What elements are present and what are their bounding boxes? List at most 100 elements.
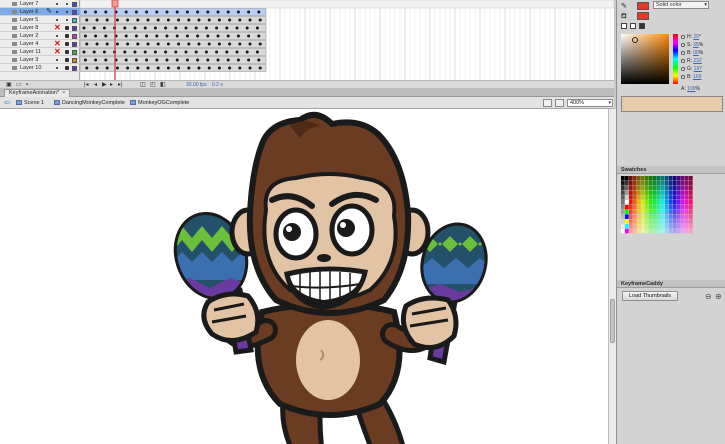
hidden-x-icon[interactable]: ✕ (54, 23, 61, 32)
swatch-cell[interactable] (653, 228, 657, 234)
breadcrumb-monkey-og[interactable]: MonkeyOGComplete (130, 99, 189, 107)
load-thumbnails-button[interactable]: Load Thumbnails (622, 291, 678, 301)
swatch-cell[interactable] (637, 185, 641, 191)
swatch-cell[interactable] (689, 228, 693, 234)
swatch-cell[interactable] (637, 214, 641, 219)
swatch-cell[interactable] (689, 219, 693, 224)
swatch-cell[interactable] (653, 195, 657, 200)
layer-outline-color[interactable] (72, 18, 77, 23)
swatch-cell[interactable] (621, 180, 625, 186)
monkey-artwork[interactable] (0, 109, 608, 444)
layer-outline-color[interactable] (72, 2, 77, 7)
swatch-cell[interactable] (641, 190, 645, 195)
swatch-cell[interactable] (689, 214, 693, 219)
swatch-cell[interactable] (673, 180, 677, 186)
swatch-cell[interactable] (685, 209, 689, 215)
swap-colors-icon[interactable] (639, 23, 645, 29)
swatch-cell[interactable] (689, 190, 693, 195)
swatch-cell[interactable] (665, 180, 669, 186)
color-value[interactable]: 232 (693, 58, 701, 64)
swatch-cell[interactable] (625, 228, 629, 234)
swatch-cell[interactable] (677, 204, 681, 210)
color-type-select[interactable]: Solid color ▾ (653, 1, 709, 9)
zoom-select[interactable]: 400% ▾ (567, 99, 613, 107)
swatch-cell[interactable] (649, 190, 653, 195)
swatch-cell[interactable] (649, 200, 653, 205)
swatch-cell[interactable] (645, 228, 649, 234)
swatch-cell[interactable] (625, 219, 629, 224)
swatch-cell[interactable] (685, 190, 689, 195)
swatch-cell[interactable] (673, 190, 677, 195)
swatch-cell[interactable] (681, 180, 685, 186)
swatch-cell[interactable] (633, 228, 637, 234)
swatch-cell[interactable] (649, 214, 653, 219)
swatch-grid[interactable] (621, 176, 693, 234)
swatch-cell[interactable] (657, 195, 661, 200)
swatch-cell[interactable] (625, 200, 629, 205)
edit-scene-icon[interactable] (543, 99, 552, 107)
swatch-cell[interactable] (645, 209, 649, 215)
swatch-cell[interactable] (669, 180, 673, 186)
swatch-cell[interactable] (649, 228, 653, 234)
swatch-cell[interactable] (677, 190, 681, 195)
layer-outline-color[interactable] (72, 26, 77, 31)
swatch-cell[interactable] (645, 204, 649, 210)
swatch-cell[interactable] (629, 185, 633, 191)
radio-icon[interactable] (681, 67, 685, 71)
lock-icon[interactable] (65, 50, 69, 54)
swatch-cell[interactable] (681, 200, 685, 205)
swatch-cell[interactable] (689, 185, 693, 191)
swatch-cell[interactable] (629, 200, 633, 205)
layer-row[interactable]: Layer 3 (0, 56, 80, 64)
eye-icon[interactable] (56, 11, 58, 13)
eye-icon[interactable] (56, 35, 58, 37)
eye-icon[interactable] (56, 3, 58, 5)
swatch-cell[interactable] (677, 176, 681, 181)
swatch-cell[interactable] (665, 214, 669, 219)
swatch-cell[interactable] (649, 219, 653, 224)
layer-name[interactable]: Layer 7 (20, 0, 38, 8)
swatch-cell[interactable] (673, 204, 677, 210)
eye-icon[interactable] (56, 67, 58, 69)
swatch-cell[interactable] (681, 214, 685, 219)
swatch-cell[interactable] (669, 185, 673, 191)
swatch-cell[interactable] (625, 195, 629, 200)
swatch-cell[interactable] (633, 185, 637, 191)
swatch-cell[interactable] (645, 224, 649, 229)
swatch-cell[interactable] (673, 214, 677, 219)
lock-icon[interactable] (66, 3, 68, 5)
swatch-cell[interactable] (665, 176, 669, 181)
swatch-cell[interactable] (629, 224, 633, 229)
swatch-cell[interactable] (633, 200, 637, 205)
swatch-cell[interactable] (641, 200, 645, 205)
hue-slider[interactable] (673, 34, 678, 84)
swatch-cell[interactable] (657, 214, 661, 219)
swatch-cell[interactable] (657, 200, 661, 205)
swatch-cell[interactable] (645, 195, 649, 200)
swatch-cell[interactable] (657, 204, 661, 210)
layer-outline-color[interactable] (72, 66, 77, 71)
lock-icon[interactable] (65, 42, 69, 46)
swatch-cell[interactable] (669, 219, 673, 224)
layer-name[interactable]: Layer 8 (20, 24, 38, 32)
swatch-cell[interactable] (669, 195, 673, 200)
swatch-cell[interactable] (685, 214, 689, 219)
swatch-cell[interactable] (621, 176, 625, 181)
swatch-cell[interactable] (633, 190, 637, 195)
swatch-cell[interactable] (649, 176, 653, 181)
layer-name[interactable]: Layer 3 (20, 56, 38, 64)
close-icon[interactable]: × (62, 90, 65, 96)
breadcrumb-dancing-monkey[interactable]: DancingMonkeyComplete (54, 99, 125, 107)
swatch-cell[interactable] (673, 176, 677, 181)
swatch-cell[interactable] (625, 185, 629, 191)
swatch-cell[interactable] (637, 190, 641, 195)
swatch-cell[interactable] (621, 228, 625, 234)
swatch-cell[interactable] (665, 228, 669, 234)
swatch-cell[interactable] (681, 219, 685, 224)
swatch-cell[interactable] (685, 180, 689, 186)
swatch-cell[interactable] (629, 195, 633, 200)
swatch-cell[interactable] (633, 214, 637, 219)
swatch-cell[interactable] (669, 190, 673, 195)
swatch-cell[interactable] (661, 190, 665, 195)
swatch-cell[interactable] (665, 195, 669, 200)
